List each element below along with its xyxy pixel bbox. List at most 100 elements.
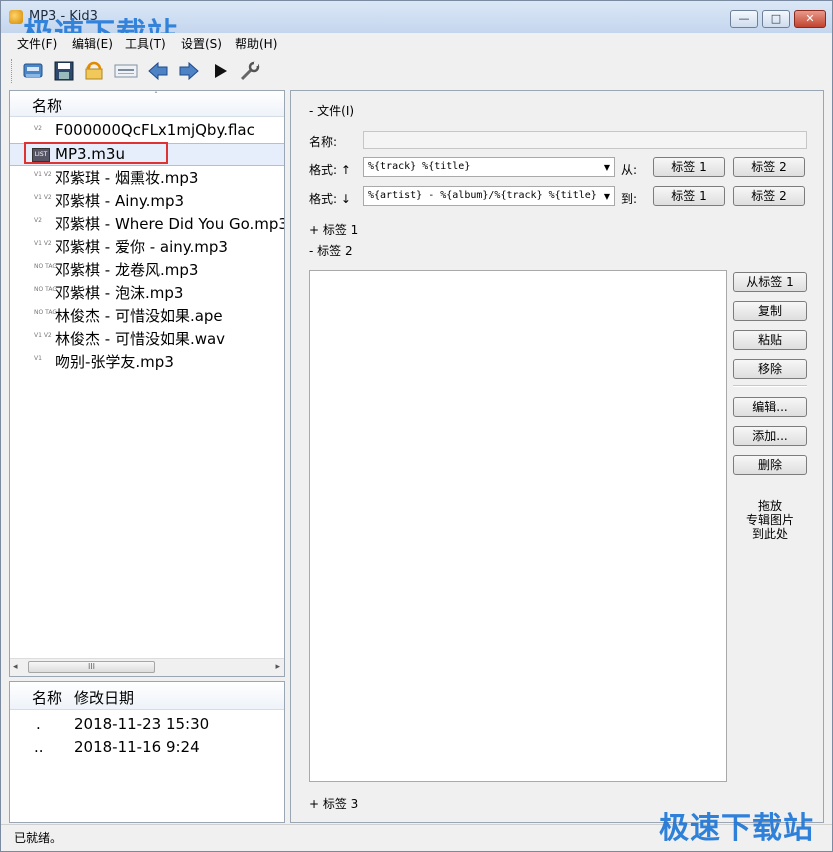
to-label: 到: [621,192,638,206]
previous-icon[interactable] [145,59,171,83]
title-bar: MP3 - Kid3 极速下载站 — □ ✕ [1,1,832,52]
main-window: MP3 - Kid3 极速下载站 — □ ✕ 文件(F) 编辑(E) 工具(T)… [0,0,833,852]
file-list-header[interactable]: 名称 ˆ [10,91,284,117]
settings-icon[interactable] [237,59,263,83]
no-tag-icon: NO TAG [34,286,57,293]
file-name: F000000QcFLx1mjQby.flac [55,121,255,139]
next-icon[interactable] [176,59,202,83]
to-tag2-button[interactable]: 标签 2 [733,186,805,206]
scroll-right-icon[interactable]: ▸ [275,662,280,672]
tag2-section-toggle[interactable]: - 标签 2 [309,242,353,259]
file-row[interactable]: V2 邓紫棋 - Where Did You Go.mp3 [10,212,284,235]
artwork-text-line: 专辑图片 [745,513,794,527]
menu-file[interactable]: 文件(F) [17,35,57,52]
directory-row[interactable]: . 2018-11-23 15:30 [10,714,284,737]
window-title: MP3 - Kid3 [29,9,98,24]
format-down-value: %{artist} - %{album}/%{track} %{title} [368,190,597,201]
file-name: 邓紫琪 - 烟熏妆.mp3 [55,169,199,187]
file-row[interactable]: NO TAG 邓紫棋 - 泡沫.mp3 [10,281,284,304]
format-down-label: 格式: ↓ [309,192,351,206]
scroll-thumb[interactable]: III [28,661,155,673]
file-section-toggle[interactable]: - 文件(I) [309,102,354,119]
tag1-section-toggle[interactable]: + 标签 1 [309,221,358,238]
sort-indicator-icon: ˆ [154,91,158,100]
file-name: 邓紫棋 - 爱你 - ainy.mp3 [55,238,228,256]
save-icon[interactable] [51,59,77,83]
file-row[interactable]: NO TAG 林俊杰 - 可惜没如果.ape [10,304,284,327]
name-field[interactable] [363,131,807,149]
file-row[interactable]: V2 F000000QcFLx1mjQby.flac [10,120,284,143]
tag3-section-toggle[interactable]: + 标签 3 [309,795,358,812]
format-up-label: 格式: ↑ [309,163,351,177]
close-button[interactable]: ✕ [794,10,826,28]
edit-button[interactable]: 编辑... [733,397,807,417]
tag2-frame-table[interactable] [309,270,727,782]
menu-bar: 文件(F) 编辑(E) 工具(T) 设置(S) 帮助(H) [1,33,832,53]
format-up-combo[interactable]: %{track} %{title} ▼ [363,157,615,177]
directory-row[interactable]: .. 2018-11-16 9:24 [10,737,284,760]
scroll-left-icon[interactable]: ◂ [13,662,18,672]
dir-name: . [36,715,41,733]
format-down-combo[interactable]: %{artist} - %{album}/%{track} %{title} ▼ [363,186,615,206]
minimize-button[interactable]: — [730,10,758,28]
button-separator [733,385,807,387]
dir-date: 2018-11-23 15:30 [74,715,210,733]
menu-settings[interactable]: 设置(S) [181,35,222,52]
tag-v2-icon: V2 [34,125,42,132]
format-up-value: %{track} %{title} [368,161,471,172]
tag-v2-icon: V2 [34,217,42,224]
tag-v1v2-icon: V1 V2 [34,171,52,178]
open-icon[interactable] [20,59,46,83]
file-row[interactable]: V1 V2 邓紫棋 - 爱你 - ainy.mp3 [10,235,284,258]
artwork-drop-zone[interactable]: 拖放 专辑图片 到此处 [733,499,807,541]
column-name[interactable]: 名称 [32,95,62,116]
file-row[interactable]: V1 吻别-张学友.mp3 [10,350,284,373]
no-tag-icon: NO TAG [34,309,57,316]
no-tag-icon: NO TAG [34,263,57,270]
remove-button[interactable]: 移除 [733,359,807,379]
column-modified-date[interactable]: 修改日期 [74,687,134,708]
playlist-icon[interactable] [113,59,139,83]
column-name[interactable]: 名称 [32,687,62,708]
copy-button[interactable]: 复制 [733,301,807,321]
tag-v1v2-icon: V1 V2 [34,332,52,339]
to-tag1-button[interactable]: 标签 1 [653,186,725,206]
file-name: 吻别-张学友.mp3 [55,353,174,371]
file-name: 邓紫棋 - Where Did You Go.mp3 [55,215,285,233]
directory-list: 名称 修改日期 . 2018-11-23 15:30 .. 2018-11-16… [9,681,285,823]
tag-v1-icon: V1 [34,355,42,362]
play-icon[interactable] [207,59,233,83]
chevron-down-icon[interactable]: ▼ [604,188,610,205]
from-tag1-button[interactable]: 标签 1 [653,157,725,177]
toolbar [1,53,832,89]
file-row[interactable]: V1 V2 邓紫琪 - 烟熏妆.mp3 [10,166,284,189]
watermark-bottom: 极速下载站 [659,811,814,846]
file-name: 林俊杰 - 可惜没如果.wav [55,330,226,348]
file-name: 邓紫棋 - Ainy.mp3 [55,192,185,210]
status-text: 已就绪。 [14,831,63,845]
from-tag1-copy-button[interactable]: 从标签 1 [733,272,807,292]
tag-v1v2-icon: V1 V2 [34,194,52,201]
artwork-text-line: 拖放 [757,499,782,513]
menu-help[interactable]: 帮助(H) [235,35,277,52]
delete-button[interactable]: 删除 [733,455,807,475]
from-tag2-button[interactable]: 标签 2 [733,157,805,177]
app-icon [9,10,23,24]
horizontal-scrollbar[interactable]: ◂ III ▸ [10,658,284,676]
file-row[interactable]: V1 V2 邓紫棋 - Ainy.mp3 [10,189,284,212]
file-list: 名称 ˆ V2 F000000QcFLx1mjQby.flac LIST MP3… [9,90,285,677]
from-label: 从: [621,163,638,177]
paste-button[interactable]: 粘贴 [733,330,807,350]
revert-icon[interactable] [81,59,107,83]
chevron-down-icon[interactable]: ▼ [604,159,610,176]
maximize-button[interactable]: □ [762,10,790,28]
tag-editor-pane: - 文件(I) 名称: 格式: ↑ %{track} %{title} ▼ 从:… [290,90,824,823]
add-button[interactable]: 添加... [733,426,807,446]
file-row[interactable]: V1 V2 林俊杰 - 可惜没如果.wav [10,327,284,350]
directory-list-header: 名称 修改日期 [10,682,284,710]
file-row[interactable]: NO TAG 邓紫棋 - 龙卷风.mp3 [10,258,284,281]
dir-name: .. [34,738,44,756]
menu-tools[interactable]: 工具(T) [125,35,166,52]
menu-edit[interactable]: 编辑(E) [72,35,113,52]
toolbar-grip [11,59,15,83]
